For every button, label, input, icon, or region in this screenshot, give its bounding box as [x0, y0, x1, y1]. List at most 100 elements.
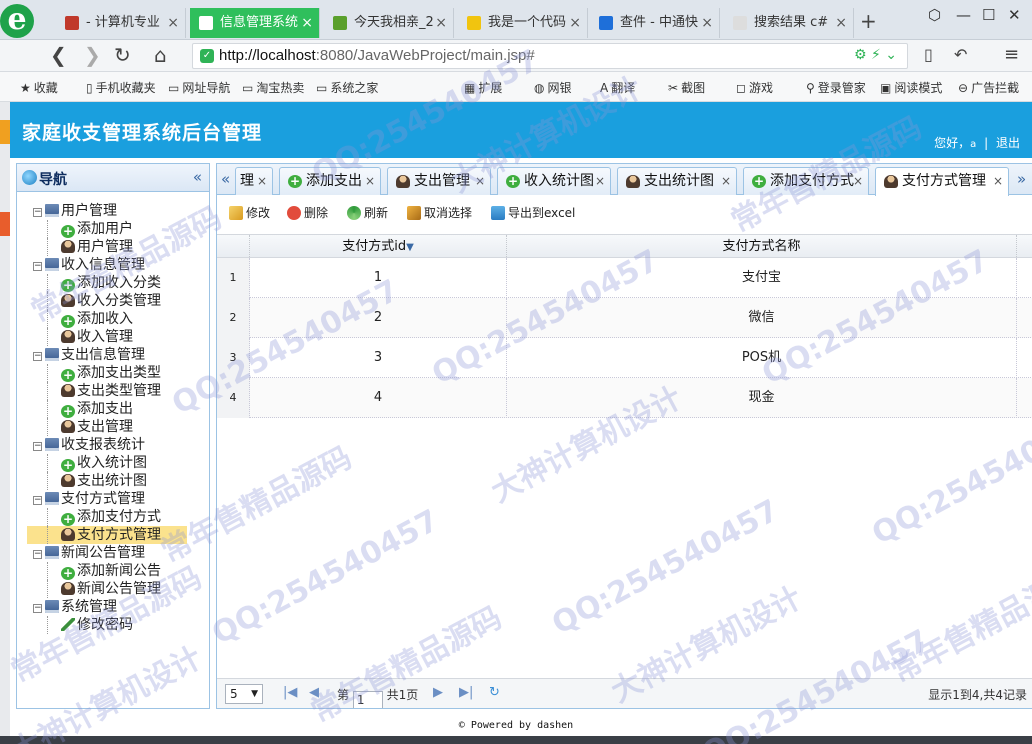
undo-icon[interactable]: ↶ [954, 43, 967, 67]
browser-tab[interactable]: 我是一个代码 × [458, 8, 588, 38]
bookmark-item[interactable]: ◻ 游戏 [736, 79, 773, 96]
content-tab[interactable]: 理 × [235, 167, 273, 195]
nav-group[interactable]: − 新闻公告管理 [27, 544, 187, 562]
bookmark-item[interactable]: ▯ 手机收藏夹 [86, 79, 156, 96]
collapse-panel-icon[interactable]: « [193, 168, 202, 186]
bookmark-item[interactable]: ⊖ 广告拦截 [958, 79, 1019, 96]
unselect-button[interactable]: 取消选择 [407, 204, 472, 221]
nav-group[interactable]: − 支出信息管理 [27, 346, 187, 364]
close-tab-icon[interactable]: × [475, 168, 485, 194]
content-tab[interactable]: 支出统计图 × [617, 167, 737, 195]
device-icon[interactable]: ▯ [924, 43, 933, 67]
delete-button[interactable]: 删除 [287, 204, 328, 221]
nav-item[interactable]: + 添加收入分类 [27, 274, 187, 292]
content-tab[interactable]: 支付方式管理 × [875, 167, 1009, 196]
next-page-icon[interactable]: ▶ [433, 685, 443, 700]
skin-icon[interactable]: ⬡ [928, 6, 941, 24]
page-size-select[interactable]: 5 ▼ [225, 684, 263, 704]
nav-item[interactable]: + 添加用户 [27, 220, 187, 238]
collapse-toggle-icon[interactable]: − [33, 208, 42, 217]
column-header-id[interactable]: 支付方式id▼ [250, 235, 507, 259]
back-icon[interactable]: ❮ [50, 43, 67, 67]
nav-group[interactable]: − 系统管理 [27, 598, 187, 616]
nav-item[interactable]: 支付方式管理 [27, 526, 187, 544]
close-tab-icon[interactable]: × [595, 168, 605, 194]
url-input[interactable]: ✓ http://localhost:8080/JavaWebProject/m… [192, 43, 908, 69]
close-tab-icon[interactable]: × [365, 168, 375, 194]
nav-item[interactable]: 支出类型管理 [27, 382, 187, 400]
page-number-input[interactable]: 1 [352, 691, 383, 708]
bookmark-item[interactable]: ▣ 阅读模式 [880, 79, 942, 96]
bookmark-item[interactable]: A 翻译 [600, 79, 635, 96]
refresh-button[interactable]: 刷新 [347, 204, 388, 221]
last-page-icon[interactable]: ▶| [459, 685, 473, 700]
nav-item[interactable]: + 添加新闻公告 [27, 562, 187, 580]
collapse-toggle-icon[interactable]: − [33, 550, 42, 559]
prev-page-icon[interactable]: ◀ [309, 685, 319, 700]
collapse-toggle-icon[interactable]: − [33, 496, 42, 505]
bookmark-item[interactable]: ▭ 系统之家 [316, 79, 378, 96]
content-tab[interactable]: + 收入统计图 × [497, 167, 611, 195]
close-tab-icon[interactable]: × [721, 168, 731, 194]
table-row[interactable]: 2 2 微信 [217, 298, 1032, 338]
nav-group[interactable]: − 用户管理 [27, 202, 187, 220]
close-tab-icon[interactable]: × [853, 168, 863, 194]
collapse-toggle-icon[interactable]: − [33, 604, 42, 613]
maximize-icon[interactable]: ☐ [982, 6, 995, 24]
tabs-scroll-left-icon[interactable]: « [221, 170, 230, 188]
logout-link[interactable]: 退出 [996, 136, 1020, 150]
close-tab-icon[interactable]: × [257, 168, 267, 194]
collapse-toggle-icon[interactable]: − [33, 262, 42, 271]
nav-item[interactable]: 收入管理 [27, 328, 187, 346]
content-tab[interactable]: + 添加支出 × [279, 167, 381, 195]
content-tab[interactable]: 支出管理 × [387, 167, 491, 195]
nav-group[interactable]: − 支付方式管理 [27, 490, 187, 508]
browser-tab[interactable]: - 计算机专业 × [56, 8, 186, 38]
close-window-icon[interactable]: ✕ [1008, 6, 1021, 24]
bookmark-item[interactable]: ✂ 截图 [668, 79, 705, 96]
browser-tab[interactable]: 今天我相亲_2 × [324, 8, 454, 38]
bookmark-item[interactable]: ▭ 网址导航 [168, 79, 230, 96]
close-tab-icon[interactable]: × [835, 8, 847, 38]
content-tab[interactable]: + 添加支付方式 × [743, 167, 869, 195]
close-tab-icon[interactable]: × [569, 8, 581, 38]
nav-item[interactable]: + 收入统计图 [27, 454, 187, 472]
nav-item[interactable]: 收入分类管理 [27, 292, 187, 310]
nav-item[interactable]: 修改密码 [27, 616, 187, 634]
bookmark-item[interactable]: ▭ 淘宝热卖 [242, 79, 304, 96]
collapse-toggle-icon[interactable]: − [33, 442, 42, 451]
reload-icon[interactable]: ↻ [114, 43, 131, 67]
table-row[interactable]: 4 4 现金 [217, 378, 1032, 418]
forward-icon[interactable]: ❯ [84, 43, 101, 67]
close-tab-icon[interactable]: × [167, 8, 179, 38]
nav-item[interactable]: + 添加支付方式 [27, 508, 187, 526]
edit-button[interactable]: 修改 [229, 204, 270, 221]
bookmark-item[interactable]: ⚲ 登录管家 [806, 79, 866, 96]
close-tab-icon[interactable]: × [435, 8, 447, 38]
nav-item[interactable]: + 添加支出类型 [27, 364, 187, 382]
bookmark-item[interactable]: ◍ 网银 [534, 79, 572, 96]
speed-mode-icon[interactable]: ⚙ ⚡ ⌄ [854, 47, 897, 63]
menu-icon[interactable]: ≡ [1004, 43, 1019, 67]
bookmark-item[interactable]: ★ 收藏 [20, 79, 58, 96]
browser-tab[interactable]: 查件 - 中通快 × [590, 8, 720, 38]
nav-item[interactable]: + 添加收入 [27, 310, 187, 328]
browser-tab[interactable]: 搜索结果 c# × [724, 8, 854, 38]
nav-group[interactable]: − 收支报表统计 [27, 436, 187, 454]
table-row[interactable]: 3 3 POS机 [217, 338, 1032, 378]
new-tab-button[interactable]: + [860, 8, 877, 34]
table-row[interactable]: 1 1 支付宝 [217, 258, 1032, 298]
close-tab-icon[interactable]: × [993, 168, 1003, 194]
tabs-scroll-right-icon[interactable]: » [1017, 170, 1026, 188]
collapse-toggle-icon[interactable]: − [33, 352, 42, 361]
nav-item[interactable]: 用户管理 [27, 238, 187, 256]
nav-item[interactable]: 新闻公告管理 [27, 580, 187, 598]
nav-item[interactable]: 支出统计图 [27, 472, 187, 490]
close-tab-icon[interactable]: × [701, 8, 713, 38]
nav-group[interactable]: − 收入信息管理 [27, 256, 187, 274]
minimize-icon[interactable]: — [956, 6, 971, 24]
column-header-name[interactable]: 支付方式名称 [507, 235, 1017, 259]
export-excel-button[interactable]: 导出到excel [491, 204, 575, 221]
first-page-icon[interactable]: |◀ [283, 685, 297, 700]
close-tab-icon[interactable]: × [301, 8, 313, 38]
